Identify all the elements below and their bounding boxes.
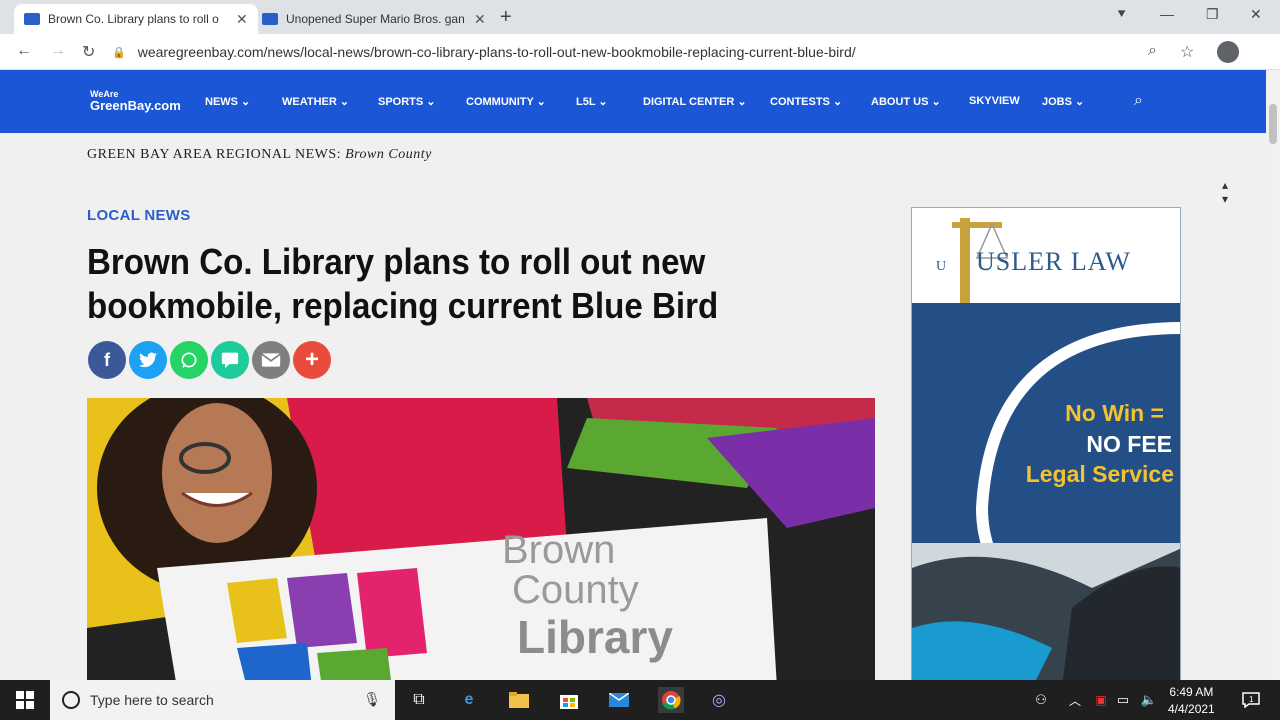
- nav-community[interactable]: COMMUNITY ⌄: [466, 95, 546, 108]
- chrome-icon[interactable]: [658, 687, 684, 713]
- site-search-icon[interactable]: ⌕: [1134, 92, 1143, 110]
- profile-menu-icon[interactable]: ⯆: [1116, 6, 1127, 23]
- regional-news-label: GREEN BAY AREA REGIONAL NEWS: Brown Coun…: [87, 147, 432, 162]
- windows-start-icon[interactable]: [14, 689, 36, 711]
- security-alert-icon[interactable]: ▣: [1090, 689, 1112, 711]
- nav-weather[interactable]: WEATHER ⌄: [282, 95, 349, 108]
- share-twitter-icon[interactable]: [129, 341, 167, 379]
- forward-icon[interactable]: →: [50, 42, 66, 60]
- tab-title: Unopened Super Mario Bros. gan: [286, 12, 465, 26]
- nav-l5l[interactable]: L5L ⌄: [576, 95, 608, 108]
- article-headline: Brown Co. Library plans to roll out new …: [87, 241, 719, 326]
- close-window-icon[interactable]: ✕: [1250, 6, 1262, 23]
- share-email-icon[interactable]: [252, 341, 290, 379]
- restore-icon[interactable]: ❐: [1206, 6, 1219, 23]
- media-app-icon[interactable]: ◎: [708, 689, 730, 711]
- web-page: WeAre GreenBay.com NEWS ⌄ WEATHER ⌄ SPOR…: [0, 70, 1266, 680]
- ad-creative: U USLER LAW No Win = NO FEE Legal Servic…: [912, 208, 1180, 680]
- tab-title: Brown Co. Library plans to roll o: [48, 12, 219, 26]
- site-nav-bar: WeAre GreenBay.com NEWS ⌄ WEATHER ⌄ SPOR…: [0, 70, 1266, 133]
- taskbar-search-placeholder: Type here to search: [90, 692, 214, 708]
- volume-icon[interactable]: 🔈: [1138, 689, 1160, 711]
- cortana-icon: [62, 691, 80, 709]
- more-options-icon[interactable]: ▴ ▾: [1222, 178, 1228, 206]
- nav-skyview[interactable]: SKYVIEW: [969, 95, 1020, 107]
- network-icon[interactable]: ▭: [1112, 689, 1134, 711]
- url-text: wearegreenbay.com/news/local-news/brown-…: [137, 44, 856, 60]
- share-whatsapp-icon[interactable]: [170, 341, 208, 379]
- bookmark-star-icon[interactable]: ☆: [1180, 42, 1194, 62]
- profile-avatar-icon[interactable]: [1217, 41, 1239, 63]
- sidebar-advertisement[interactable]: U USLER LAW No Win = NO FEE Legal Servic…: [911, 207, 1181, 680]
- share-more-icon[interactable]: +: [293, 341, 331, 379]
- action-center-icon[interactable]: 1: [1240, 689, 1262, 711]
- windows-taskbar: Type here to search 🎙 ⧉ e ◎ ⚇ ︿ ▣ ▭ 🔈 6:…: [0, 680, 1280, 720]
- article-category[interactable]: LOCAL NEWS: [87, 207, 191, 224]
- file-explorer-icon[interactable]: [508, 689, 530, 711]
- hero-illustration: Brown County Library: [87, 398, 875, 680]
- browser-tab-bar: Brown Co. Library plans to roll o ✕ Unop…: [0, 0, 1280, 34]
- system-clock[interactable]: 6:49 AM 4/4/2021: [1168, 684, 1215, 718]
- tab-brown-co-library[interactable]: Brown Co. Library plans to roll o ✕: [14, 4, 258, 34]
- back-icon[interactable]: ←: [16, 42, 32, 60]
- zoom-icon[interactable]: ⌕: [1148, 42, 1157, 60]
- show-hidden-icons-icon[interactable]: ︿: [1064, 689, 1086, 711]
- scrollbar-thumb[interactable]: [1269, 104, 1277, 144]
- clock-date: 4/4/2021: [1168, 702, 1215, 716]
- nav-jobs[interactable]: JOBS ⌄: [1042, 95, 1084, 108]
- address-bar[interactable]: 🔒 wearegreenbay.com/news/local-news/brow…: [112, 38, 1152, 66]
- taskbar-search-box[interactable]: Type here to search 🎙: [50, 680, 395, 720]
- lock-icon: 🔒: [112, 46, 126, 59]
- page-scrollbar[interactable]: [1266, 70, 1280, 680]
- tab-close-icon[interactable]: ✕: [236, 11, 248, 28]
- hero-text-county: County: [512, 568, 639, 612]
- new-tab-icon[interactable]: +: [500, 6, 512, 29]
- nav-news[interactable]: NEWS ⌄: [205, 95, 250, 108]
- ad-brand-initial: U: [936, 259, 946, 274]
- ad-line-3: Legal Service: [1026, 461, 1174, 487]
- tab-super-mario[interactable]: Unopened Super Mario Bros. gan ✕: [252, 4, 496, 34]
- reload-icon[interactable]: ↻: [82, 42, 95, 62]
- mail-icon[interactable]: [608, 689, 630, 711]
- hero-text-brown: Brown: [502, 528, 615, 572]
- nav-sports[interactable]: SPORTS ⌄: [378, 95, 436, 108]
- nav-about-us[interactable]: ABOUT US ⌄: [871, 95, 941, 108]
- hero-text-library: Library: [517, 611, 673, 663]
- share-sms-icon[interactable]: [211, 341, 249, 379]
- ad-line-1: No Win =: [1065, 400, 1164, 426]
- task-view-icon[interactable]: ⧉: [408, 689, 430, 711]
- browser-toolbar: ← → ↻ 🔒 wearegreenbay.com/news/local-new…: [0, 34, 1280, 70]
- share-facebook-icon[interactable]: f: [88, 341, 126, 379]
- minimize-icon[interactable]: —: [1160, 6, 1174, 22]
- nav-contests[interactable]: CONTESTS ⌄: [770, 95, 842, 108]
- ad-brand: USLER LAW: [976, 247, 1131, 276]
- site-logo[interactable]: WeAre GreenBay.com: [90, 88, 181, 112]
- tab-close-icon[interactable]: ✕: [474, 11, 486, 28]
- ad-line-2: NO FEE: [1086, 431, 1172, 457]
- store-icon[interactable]: [558, 689, 580, 711]
- tab-favicon-icon: [262, 13, 278, 25]
- people-icon[interactable]: ⚇: [1030, 689, 1052, 711]
- nav-digital-center[interactable]: DIGITAL CENTER ⌄: [643, 95, 747, 108]
- tab-favicon-icon: [24, 13, 40, 25]
- notification-count: 1: [1249, 695, 1254, 704]
- clock-time: 6:49 AM: [1169, 685, 1214, 699]
- edge-browser-icon[interactable]: e: [458, 689, 480, 711]
- article-hero-image[interactable]: Brown County Library: [87, 398, 875, 680]
- microphone-icon[interactable]: 🎙: [363, 691, 381, 708]
